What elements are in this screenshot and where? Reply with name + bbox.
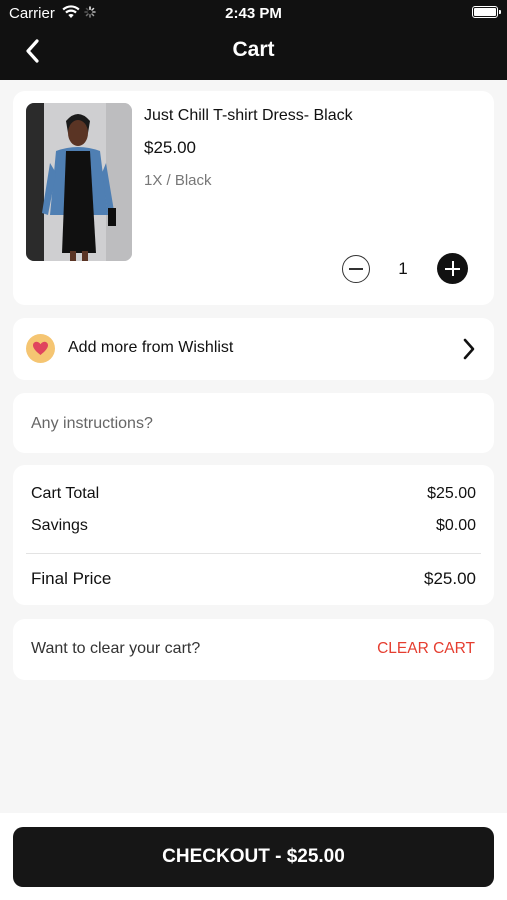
decrease-quantity-button[interactable] [342,255,370,283]
instructions-input[interactable] [31,415,471,433]
top-bar: Carrier 2:43 PM Cart [0,0,507,80]
chevron-right-icon [463,338,475,360]
cart-total-label: Cart Total [31,485,100,502]
wishlist-label: Add more from Wishlist [68,339,234,356]
heart-icon [33,341,48,355]
final-price-label: Final Price [31,569,112,588]
checkout-bar: CHECKOUT - $25.00 [0,813,507,900]
cart-total-row: Cart Total $25.00 [31,485,476,503]
savings-label: Savings [31,517,88,534]
clear-cart-card: Want to clear your cart? CLEAR CART [13,619,494,680]
price-summary-card: Cart Total $25.00 Savings $0.00 Final Pr… [13,465,494,605]
product-variant: 1X / Black [144,172,212,189]
product-photo-illustration [26,103,132,261]
cart-total-value: $25.00 [427,485,476,502]
clear-cart-button[interactable]: CLEAR CART [377,640,475,658]
battery-icon [472,6,501,18]
product-name[interactable]: Just Chill T-shirt Dress- Black [144,107,353,125]
final-price-value: $25.00 [424,569,476,588]
cart-item-card: Just Chill T-shirt Dress- Black $25.00 1… [13,91,494,305]
product-image[interactable] [26,103,132,261]
summary-divider [26,553,481,554]
clear-cart-prompt: Want to clear your cart? [31,640,201,657]
savings-row: Savings $0.00 [31,517,476,535]
page-title: Cart [232,38,275,61]
checkout-button[interactable]: CHECKOUT - $25.00 [13,827,494,887]
wishlist-icon-badge [26,334,55,363]
increase-quantity-button[interactable] [437,253,468,284]
savings-value: $0.00 [435,517,476,534]
final-price-row: Final Price $25.00 [31,569,476,589]
status-time: 2:43 PM [225,5,282,22]
add-from-wishlist-row[interactable]: Add more from Wishlist [13,318,494,380]
status-bar: Carrier 2:43 PM [0,0,507,28]
instructions-card [13,393,494,453]
product-price: $25.00 [144,138,196,157]
quantity-value: 1 [398,259,408,278]
